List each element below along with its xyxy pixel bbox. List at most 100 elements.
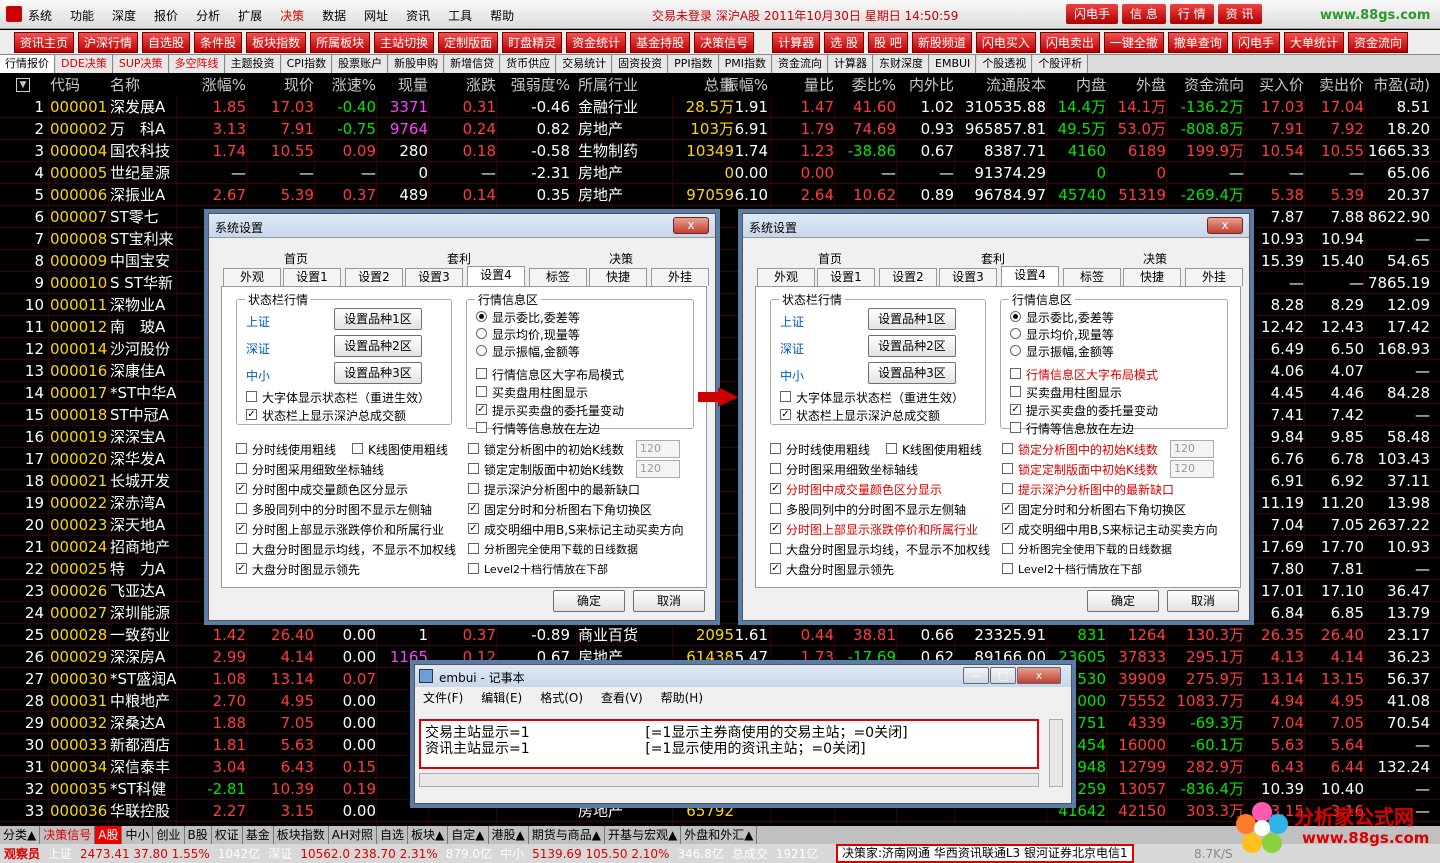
sheet-tab[interactable]: 中小	[122, 826, 154, 844]
checkbox[interactable]	[1002, 463, 1013, 474]
column-header[interactable]: 卖出价	[1306, 74, 1364, 96]
dialog-titlebar[interactable]: 系统设置 x	[209, 214, 715, 238]
view-tab[interactable]: 主题投资	[225, 55, 281, 73]
maximize-button[interactable]: □	[990, 667, 1016, 684]
table-row[interactable]: 4 000005 世纪星源 — — —0— -2.31 房地产 0 0.00 0.00— —91374…	[0, 162, 1440, 184]
sheet-tab[interactable]: 决策信号	[40, 826, 96, 844]
checkbox[interactable]	[468, 543, 479, 554]
sheet-tab[interactable]: 开基与宏观▲	[605, 826, 682, 844]
view-tab[interactable]: 东财深度	[874, 55, 930, 73]
quick-button[interactable]: 闪电手	[1066, 4, 1119, 24]
settings-tab[interactable]: 设置2	[345, 268, 403, 286]
close-icon[interactable]: x	[673, 217, 709, 234]
view-tab[interactable]: PMI指数	[719, 55, 773, 73]
view-tab[interactable]: CPI指数	[281, 55, 333, 73]
sheet-tab[interactable]: 分类▲	[0, 826, 41, 844]
notepad-titlebar[interactable]: embui - 记事本 — □ x	[415, 665, 1071, 687]
sheet-tab[interactable]: B股	[185, 826, 212, 844]
view-tab[interactable]: SUP决策	[113, 55, 169, 73]
checkbox[interactable]	[476, 386, 487, 397]
column-header[interactable]: 市盈(动)	[1366, 74, 1430, 96]
sheet-tab[interactable]: 板块指数	[274, 826, 329, 844]
table-row[interactable]: 2 000002 万 科A 3.13 7.91 -0.75 9764 0.24 0.82 房地产 1…	[0, 118, 1440, 140]
table-row[interactable]: 3 000004 国农科技 1.74 10.55 0.09 280 0.18 -0.58 生物制药…	[0, 140, 1440, 162]
view-tab[interactable]: 多空阵线	[169, 55, 225, 73]
toolbar-button[interactable]: 所属板块	[310, 31, 371, 53]
toolbar-button[interactable]: 板块指数	[246, 31, 307, 53]
ok-button[interactable]: 确定	[1087, 590, 1159, 612]
menu-item[interactable]: 功能	[70, 7, 94, 24]
menu-item[interactable]: 扩展	[238, 7, 262, 24]
settings-tab[interactable]: 设置1	[283, 268, 341, 286]
sheet-tab[interactable]: 权证	[212, 826, 243, 844]
settings-tab[interactable]: 外挂	[1185, 268, 1243, 286]
view-tab[interactable]: 交易统计	[557, 55, 613, 73]
view-tab[interactable]: 新增信贷	[445, 55, 501, 73]
toolbar-button[interactable]: 一键全撤	[1103, 31, 1164, 53]
checkbox[interactable]: ✓	[1010, 404, 1021, 415]
toolbar-button[interactable]: 计算器	[772, 31, 821, 53]
checkbox[interactable]	[476, 368, 487, 379]
toolbar-button[interactable]: 撤单查询	[1167, 31, 1228, 53]
column-header[interactable]: 现价	[248, 74, 314, 96]
sort-icon[interactable]: ▼	[16, 78, 30, 92]
column-header[interactable]: 内盘	[1048, 74, 1106, 96]
checkbox[interactable]	[246, 391, 257, 402]
toolbar-button[interactable]: 决策信号	[694, 31, 755, 53]
settings-dialog-after[interactable]: 系统设置 x 首页 套利 决策 外观 设置1 设置2 设置3 设置4 标签 快捷 外挂 状态栏行情 上证 设置…	[742, 213, 1250, 621]
top-tab[interactable]: 决策	[1143, 250, 1167, 266]
radio[interactable]	[1010, 345, 1021, 356]
menu-item[interactable]: 分析	[196, 7, 220, 24]
menu-item[interactable]: 系统	[28, 7, 52, 24]
sheet-tab[interactable]: 板块▲	[408, 826, 449, 844]
market-setting-button[interactable]: 设置品种3区	[334, 362, 422, 384]
ok-button[interactable]: 确定	[553, 590, 625, 612]
table-row[interactable]: 5 000006 深振业A 2.67 5.39 0.37 489 0.14 0.35 房地产 970…	[0, 184, 1440, 206]
settings-tab[interactable]: 快捷	[1123, 268, 1181, 286]
notepad-menu-item[interactable]: 帮助(H)	[661, 689, 703, 709]
toolbar-button[interactable]: 主站切换	[374, 31, 435, 53]
menu-item[interactable]: 决策	[280, 7, 304, 24]
menu-item[interactable]: 工具	[448, 7, 472, 24]
settings-tab[interactable]: 设置4	[1001, 266, 1059, 286]
toolbar-button[interactable]: 定制版面	[438, 31, 499, 53]
checkbox[interactable]	[1010, 386, 1021, 397]
market-setting-button[interactable]: 设置品种1区	[334, 308, 422, 330]
checkbox[interactable]: ✓	[236, 563, 247, 574]
toolbar-button[interactable]: 基金持股	[630, 31, 691, 53]
checkbox[interactable]: ✓	[236, 523, 247, 534]
toolbar-button[interactable]: 新股频道	[911, 31, 972, 53]
view-tab[interactable]: 个股透视	[977, 55, 1033, 73]
table-row[interactable]: 25 000028 一致药业 1.42 26.40 0.00 1 0.37 -0.89 商业百货 2…	[0, 624, 1440, 646]
toolbar-button[interactable]: 资金流向	[1347, 31, 1408, 53]
view-tab[interactable]: 行情报价	[0, 55, 55, 73]
toolbar-button[interactable]: 资讯主页	[14, 31, 75, 53]
checkbox[interactable]	[236, 503, 247, 514]
column-header[interactable]: 量比	[776, 74, 834, 96]
toolbar-button[interactable]: 大单统计	[1283, 31, 1344, 53]
checkbox[interactable]	[236, 543, 247, 554]
checkbox[interactable]: ✓	[1002, 503, 1013, 514]
column-header[interactable]: 强弱度%	[498, 74, 570, 96]
view-tab[interactable]: 固资投资	[613, 55, 669, 73]
column-header[interactable]: 涨速%	[316, 74, 376, 96]
cancel-button[interactable]: 取消	[1167, 590, 1239, 612]
menu-item[interactable]: 深度	[112, 7, 136, 24]
menu-item[interactable]: 帮助	[490, 7, 514, 24]
top-tab[interactable]: 套利	[447, 250, 471, 266]
menu-item[interactable]: 网址	[364, 7, 388, 24]
view-tab[interactable]: DDE决策	[56, 55, 113, 73]
market-setting-button[interactable]: 设置品种1区	[868, 308, 956, 330]
column-header[interactable]: 委比%	[836, 74, 896, 96]
settings-tab[interactable]: 快捷	[589, 268, 647, 286]
kline-count-input[interactable]: 120	[636, 460, 680, 478]
table-row[interactable]: 1 000001 深发展A 1.85 17.03 -0.40 3371 0.31 -0.46 金融…	[0, 96, 1440, 118]
checkbox[interactable]	[770, 463, 781, 474]
view-tab[interactable]: 股票账户	[333, 55, 389, 73]
kline-count-input[interactable]: 120	[636, 440, 680, 458]
host-status[interactable]: 决策家:济南网通 华西资讯联通L3 银河证券北京电信1	[836, 844, 1134, 863]
menu-item[interactable]: 资讯	[406, 7, 430, 24]
sheet-tab[interactable]: A股	[95, 826, 123, 844]
horizontal-scrollbar[interactable]	[419, 773, 1039, 787]
toolbar-button[interactable]: 自选股	[142, 31, 191, 53]
